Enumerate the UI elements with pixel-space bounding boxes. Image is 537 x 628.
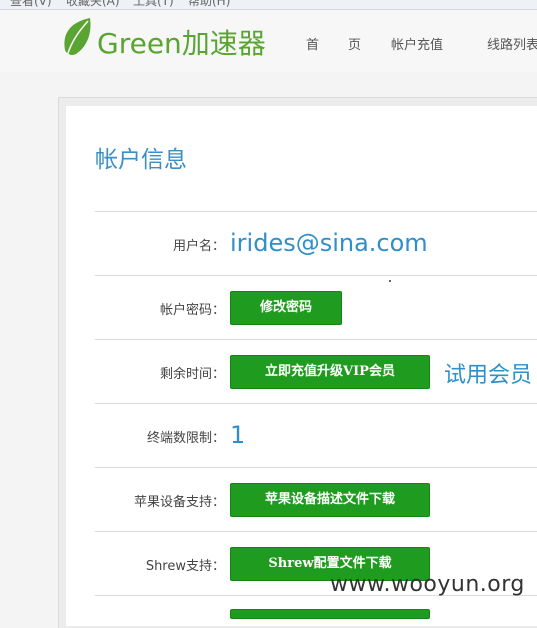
apple-profile-download-button[interactable]: 苹果设备描述文件下载 [230,483,430,517]
logo-text[interactable]: Green加速器 [97,22,266,62]
site-header: Green加速器 首 页 帐户充值 线路列表 [0,10,537,72]
green-leaf-icon [64,18,91,57]
next-download-button[interactable] [230,609,430,619]
change-password-button[interactable]: 修改密码 [230,291,342,325]
divider [95,403,537,404]
menu-help[interactable]: 帮助(H) [188,0,230,9]
username-value: irides@sina.com [230,229,428,257]
divider [95,339,537,340]
terminal-limit-value: 1 [230,421,246,449]
menu-favorites[interactable]: 收藏夹(A) [66,0,120,9]
nav-line-list[interactable]: 线路列表 [487,34,537,53]
username-label: 用户名： [172,239,225,254]
menu-view[interactable]: 查看(V) [10,0,52,9]
terminal-limit-label: 终端数限制： [146,431,225,446]
menu-tools[interactable]: 工具(T) [133,0,174,9]
member-type: 试用会员 [444,363,533,388]
divider [95,531,537,532]
password-label: 帐户密码： [159,303,225,318]
shrew-support-label: Shrew支持： [145,559,225,574]
apple-support-label: 苹果设备支持： [133,495,225,510]
browser-menu-bar: 查看(V) 收藏夹(A) 工具(T) 帮助(H) [0,0,537,10]
stray-dot [389,280,391,282]
upgrade-vip-button[interactable]: 立即充值升级VIP会员 [230,355,430,389]
nav-recharge[interactable]: 帐户充值 [391,34,443,53]
remaining-time-label: 剩余时间： [159,367,225,382]
page-title: 帐户信息 [95,147,187,173]
watermark: www.wooyun.org [330,572,525,597]
divider [95,275,537,276]
divider [95,211,537,212]
divider [95,467,537,468]
nav-home[interactable]: 首 页 [306,34,369,53]
